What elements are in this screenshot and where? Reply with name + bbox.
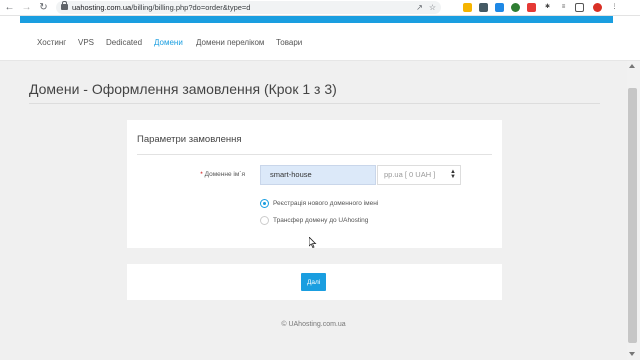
browser-toolbar: ← → ↻ uahosting.com.ua/billing/billing.p…: [0, 0, 640, 16]
scrollbar-thumb[interactable]: [628, 88, 637, 343]
share-icon[interactable]: ↗: [414, 1, 425, 14]
forward-icon[interactable]: →: [20, 1, 33, 14]
nav-item-vps[interactable]: VPS: [78, 38, 94, 47]
option-register-label: Реєстрація нового доменного імені: [273, 200, 379, 207]
site-nav: Хостинг VPS Dedicated Домени Домени пере…: [0, 23, 640, 61]
domain-name-input[interactable]: smart-house: [260, 165, 376, 185]
profile-avatar[interactable]: [593, 3, 602, 12]
section-divider: [137, 154, 492, 155]
nav-item-domain-list[interactable]: Домени перелiком: [196, 38, 264, 47]
scroll-down-icon[interactable]: [629, 352, 635, 356]
extension-icon[interactable]: [463, 3, 472, 12]
radio-register[interactable]: [260, 199, 269, 208]
required-mark: *: [200, 171, 203, 178]
title-divider: [29, 103, 600, 104]
footer-copyright: © UAhosting.com.ua: [281, 321, 346, 328]
nav-item-products[interactable]: Товари: [276, 38, 302, 47]
option-transfer-label: Трансфер домену до UAhosting: [273, 217, 369, 224]
lock-icon: [61, 1, 68, 10]
menu-icon[interactable]: ⋮: [610, 3, 619, 12]
reload-icon[interactable]: ↻: [37, 1, 50, 14]
address-bar[interactable]: uahosting.com.ua/billing/billing.php?do=…: [56, 1, 441, 14]
extension-icon[interactable]: [479, 3, 488, 12]
section-title: Параметри замовлення: [137, 134, 242, 145]
extension-icon[interactable]: [495, 3, 504, 12]
back-icon[interactable]: ←: [3, 1, 16, 14]
url-text: uahosting.com.ua/billing/billing.php?do=…: [72, 3, 251, 12]
star-icon[interactable]: ☆: [427, 1, 438, 14]
select-caret-icon: ▲ ▼: [450, 169, 456, 180]
domain-label-text: Доменне ім`я: [204, 171, 245, 178]
domain-label: * Доменне ім`я: [197, 171, 245, 178]
scroll-up-icon[interactable]: [629, 64, 635, 68]
extension-icon[interactable]: [511, 3, 520, 12]
radio-transfer[interactable]: [260, 216, 269, 225]
nav-item-domains[interactable]: Домени: [154, 38, 183, 47]
tld-select-value: pp.ua [ 0 UAH ]: [384, 170, 436, 179]
puzzle-icon[interactable]: ✱: [543, 3, 552, 12]
next-button[interactable]: Далі: [301, 273, 326, 291]
brand-bar: [20, 16, 613, 23]
actions-panel: Далі: [127, 264, 502, 300]
order-params-panel: Параметри замовлення * Доменне ім`я smar…: [127, 120, 502, 248]
tld-select[interactable]: pp.ua [ 0 UAH ] ▲ ▼: [377, 165, 461, 185]
nav-item-dedicated[interactable]: Dedicated: [106, 38, 142, 47]
page-title: Домени - Оформлення замовлення (Крок 1 з…: [29, 81, 337, 97]
sidepanel-icon[interactable]: [575, 3, 584, 12]
media-icon[interactable]: ≡: [559, 3, 568, 12]
extension-icon[interactable]: [527, 3, 536, 12]
mouse-cursor-icon: [309, 237, 317, 248]
nav-item-hosting[interactable]: Хостинг: [37, 38, 66, 47]
